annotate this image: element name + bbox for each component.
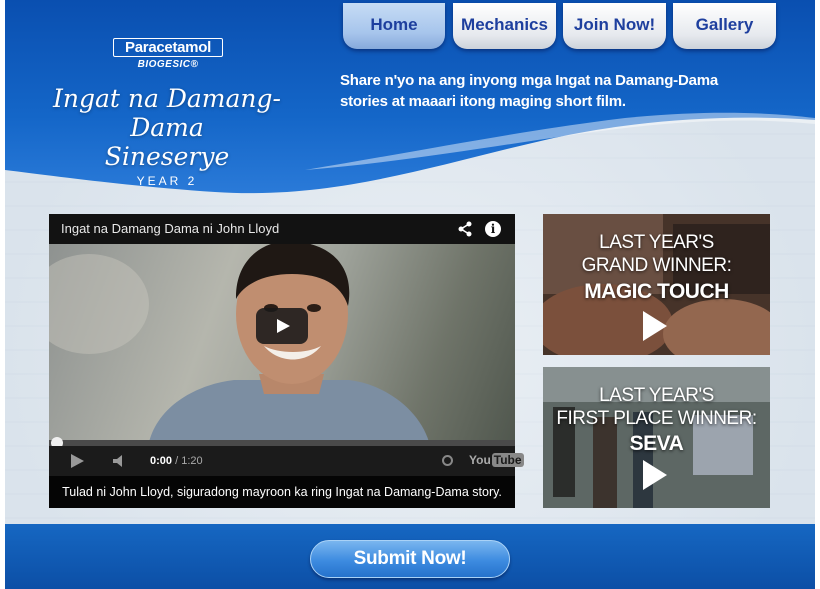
watch-later-icon[interactable] xyxy=(442,455,453,466)
thumb1-line2: GRAND WINNER: xyxy=(581,255,732,276)
info-icon[interactable]: i xyxy=(485,221,501,237)
nav-join-now[interactable]: Join Now! xyxy=(563,3,666,49)
thumb2-title: SEVA xyxy=(629,432,684,455)
footer: Submit Now! xyxy=(5,524,815,589)
thumb1-title: MAGIC TOUCH xyxy=(584,280,729,303)
brand-logo-line1: Paracetamol xyxy=(113,38,223,57)
video-time: 0:00 / 1:20 xyxy=(150,455,203,467)
thumb2-line1: LAST YEAR'S xyxy=(599,385,714,406)
nav-home[interactable]: Home xyxy=(343,3,445,49)
campaign-title: Ingat na Damang-Dama Sineserye YEAR 2 xyxy=(27,84,307,188)
volume-icon[interactable] xyxy=(113,455,125,467)
youtube-logo-tube: Tube xyxy=(491,453,524,467)
video-player[interactable]: Ingat na Damang Dama ni John Lloyd i 0:0… xyxy=(49,214,524,508)
share-icon[interactable] xyxy=(457,221,473,237)
registered-mark: ® xyxy=(190,59,199,70)
video-controls: 0:00 / 1:20 You Tube xyxy=(49,446,524,476)
campaign-year: YEAR 2 xyxy=(136,174,198,188)
brand-name: BIOGESIC xyxy=(137,59,191,70)
campaign-title-line1: Ingat na Damang-Dama xyxy=(53,84,281,142)
thumb2-line2: FIRST PLACE WINNER: xyxy=(556,408,757,429)
tagline: Share n'yo na ang inyong mga Ingat na Da… xyxy=(340,72,719,110)
thumbnail-grand-winner[interactable]: LAST YEAR'S GRAND WINNER: MAGIC TOUCH xyxy=(543,214,770,355)
video-duration: 1:20 xyxy=(181,455,203,467)
time-separator: / xyxy=(172,455,182,467)
nav-gallery[interactable]: Gallery xyxy=(673,3,776,49)
nav-mechanics[interactable]: Mechanics xyxy=(453,3,556,49)
thumb2-play-icon[interactable] xyxy=(643,460,667,490)
page-frame: Paracetamol BIOGESIC® Ingat na Damang-Da… xyxy=(5,0,815,589)
brand-logo-line2: BIOGESIC® xyxy=(113,59,223,70)
brand-logo: Paracetamol BIOGESIC® xyxy=(113,38,223,70)
campaign-title-line2: Sineserye xyxy=(104,142,230,171)
current-time: 0:00 xyxy=(150,455,173,467)
thumb1-play-icon[interactable] xyxy=(643,311,667,341)
thumb1-line1: LAST YEAR'S xyxy=(599,232,714,253)
video-title[interactable]: Ingat na Damang Dama ni John Lloyd xyxy=(49,214,515,244)
thumbnail-first-place-winner[interactable]: LAST YEAR'S FIRST PLACE WINNER: SEVA xyxy=(543,367,770,508)
video-play-button[interactable] xyxy=(256,308,308,344)
youtube-logo[interactable]: You Tube xyxy=(469,453,524,469)
youtube-logo-you: You xyxy=(469,453,491,467)
submit-now-button[interactable]: Submit Now! xyxy=(310,540,510,578)
play-icon[interactable] xyxy=(71,454,84,468)
video-caption: Tulad ni John Lloyd, siguradong mayroon … xyxy=(49,476,515,508)
